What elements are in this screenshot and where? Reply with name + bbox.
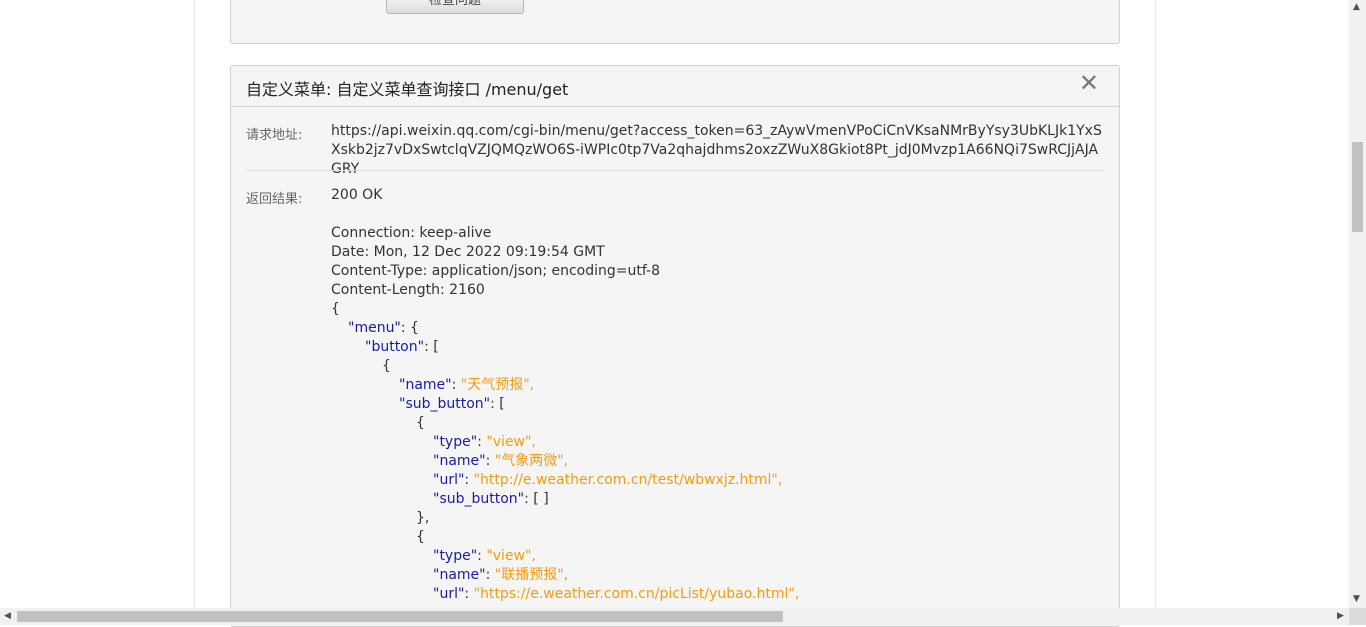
check-problem-button[interactable]: 检查问题 <box>386 0 524 14</box>
json-string: "http://e.weather.com.cn/test/wbwxjz.htm… <box>473 472 783 488</box>
api-result-panel: 自定义菜单: 自定义菜单查询接口 /menu/get ✕ 请求地址: https… <box>230 65 1120 627</box>
header-line: Content-Type: application/json; encoding… <box>331 263 660 279</box>
json-punct: { <box>416 529 425 545</box>
json-line: "sub_button": [ ] <box>331 490 1101 509</box>
json-punct: : [ <box>424 339 439 355</box>
json-key: "sub_button" <box>399 396 491 412</box>
horizontal-scroll-thumb[interactable] <box>17 611 783 622</box>
previous-panel: 检查问题 <box>230 0 1120 44</box>
json-punct: }, <box>416 510 430 526</box>
json-line: "type": "view", <box>331 547 1101 566</box>
json-punct: : <box>464 586 474 602</box>
json-punct: : <box>477 434 487 450</box>
json-punct: : <box>485 567 495 583</box>
json-punct: : <box>451 377 461 393</box>
json-string: "天气预报", <box>460 377 535 393</box>
panel-header: 自定义菜单: 自定义菜单查询接口 /menu/get ✕ <box>231 66 1119 107</box>
json-punct: { <box>331 301 340 317</box>
result-body: 200 OK Connection: keep-alive Date: Mon, … <box>331 186 1101 604</box>
header-line: Date: Mon, 12 Dec 2022 09:19:54 GMT <box>331 244 605 260</box>
json-line: { <box>331 300 1101 319</box>
json-punct: : <box>477 548 487 564</box>
result-label: 返回结果: <box>246 192 303 207</box>
json-punct: : [ ] <box>524 491 549 507</box>
json-string: "气象两微", <box>494 453 569 469</box>
json-line: "button": [ <box>331 338 1101 357</box>
json-line: "type": "view", <box>331 433 1101 452</box>
json-key: "url" <box>433 586 465 602</box>
json-punct: : { <box>400 320 419 336</box>
divider <box>246 170 1104 171</box>
json-key: "type" <box>433 434 478 450</box>
json-line: "name": "天气预报", <box>331 376 1101 395</box>
json-string: "联播预报", <box>494 567 569 583</box>
json-string: "view", <box>486 548 536 564</box>
request-url-label: 请求地址: <box>246 128 303 143</box>
vertical-scroll-thumb[interactable] <box>1352 142 1363 232</box>
vertical-scrollbar[interactable]: ▲ ▼ <box>1349 0 1366 608</box>
json-punct: { <box>382 358 391 374</box>
json-line: { <box>331 414 1101 433</box>
header-line: Connection: keep-alive <box>331 225 492 241</box>
scrollbar-corner <box>1349 608 1366 625</box>
json-key: "type" <box>433 548 478 564</box>
json-string: "view", <box>486 434 536 450</box>
json-key: "name" <box>433 567 486 583</box>
horizontal-scrollbar[interactable]: ◀ ▶ <box>0 608 1349 625</box>
json-punct: : <box>485 453 495 469</box>
header-line: Content-Length: 2160 <box>331 282 485 298</box>
json-string: "https://e.weather.com.cn/picList/yubao.… <box>473 586 800 602</box>
json-line: "name": "联播预报", <box>331 566 1101 585</box>
scroll-left-icon[interactable]: ◀ <box>4 611 11 621</box>
scroll-up-icon[interactable]: ▲ <box>1353 2 1360 12</box>
panel-title: 自定义菜单: 自定义菜单查询接口 /menu/get <box>246 80 569 99</box>
json-line: "url": "http://e.weather.com.cn/test/wbw… <box>331 471 1101 490</box>
json-key: "url" <box>433 472 465 488</box>
json-punct: { <box>416 415 425 431</box>
json-line: "url": "https://e.weather.com.cn/picList… <box>331 585 1101 604</box>
json-key: "button" <box>365 339 425 355</box>
json-punct: : <box>464 472 474 488</box>
scroll-right-icon[interactable]: ▶ <box>1337 611 1344 621</box>
json-key: "sub_button" <box>433 491 525 507</box>
response-json: {"menu": {"button": [{"name": "天气预报", "su… <box>331 300 1101 604</box>
json-punct: : [ <box>490 396 505 412</box>
json-line: "menu": { <box>331 319 1101 338</box>
scroll-down-icon[interactable]: ▼ <box>1353 594 1360 604</box>
json-line: }, <box>331 509 1101 528</box>
json-key: "menu" <box>348 320 401 336</box>
response-headers: Connection: keep-alive Date: Mon, 12 Dec … <box>331 224 1101 300</box>
json-line: { <box>331 357 1101 376</box>
json-line: { <box>331 528 1101 547</box>
json-line: "name": "气象两微", <box>331 452 1101 471</box>
status-line: 200 OK <box>331 187 383 203</box>
json-key: "name" <box>399 377 452 393</box>
json-key: "name" <box>433 453 486 469</box>
close-icon[interactable]: ✕ <box>1079 69 1099 97</box>
json-line: "sub_button": [ <box>331 395 1101 414</box>
